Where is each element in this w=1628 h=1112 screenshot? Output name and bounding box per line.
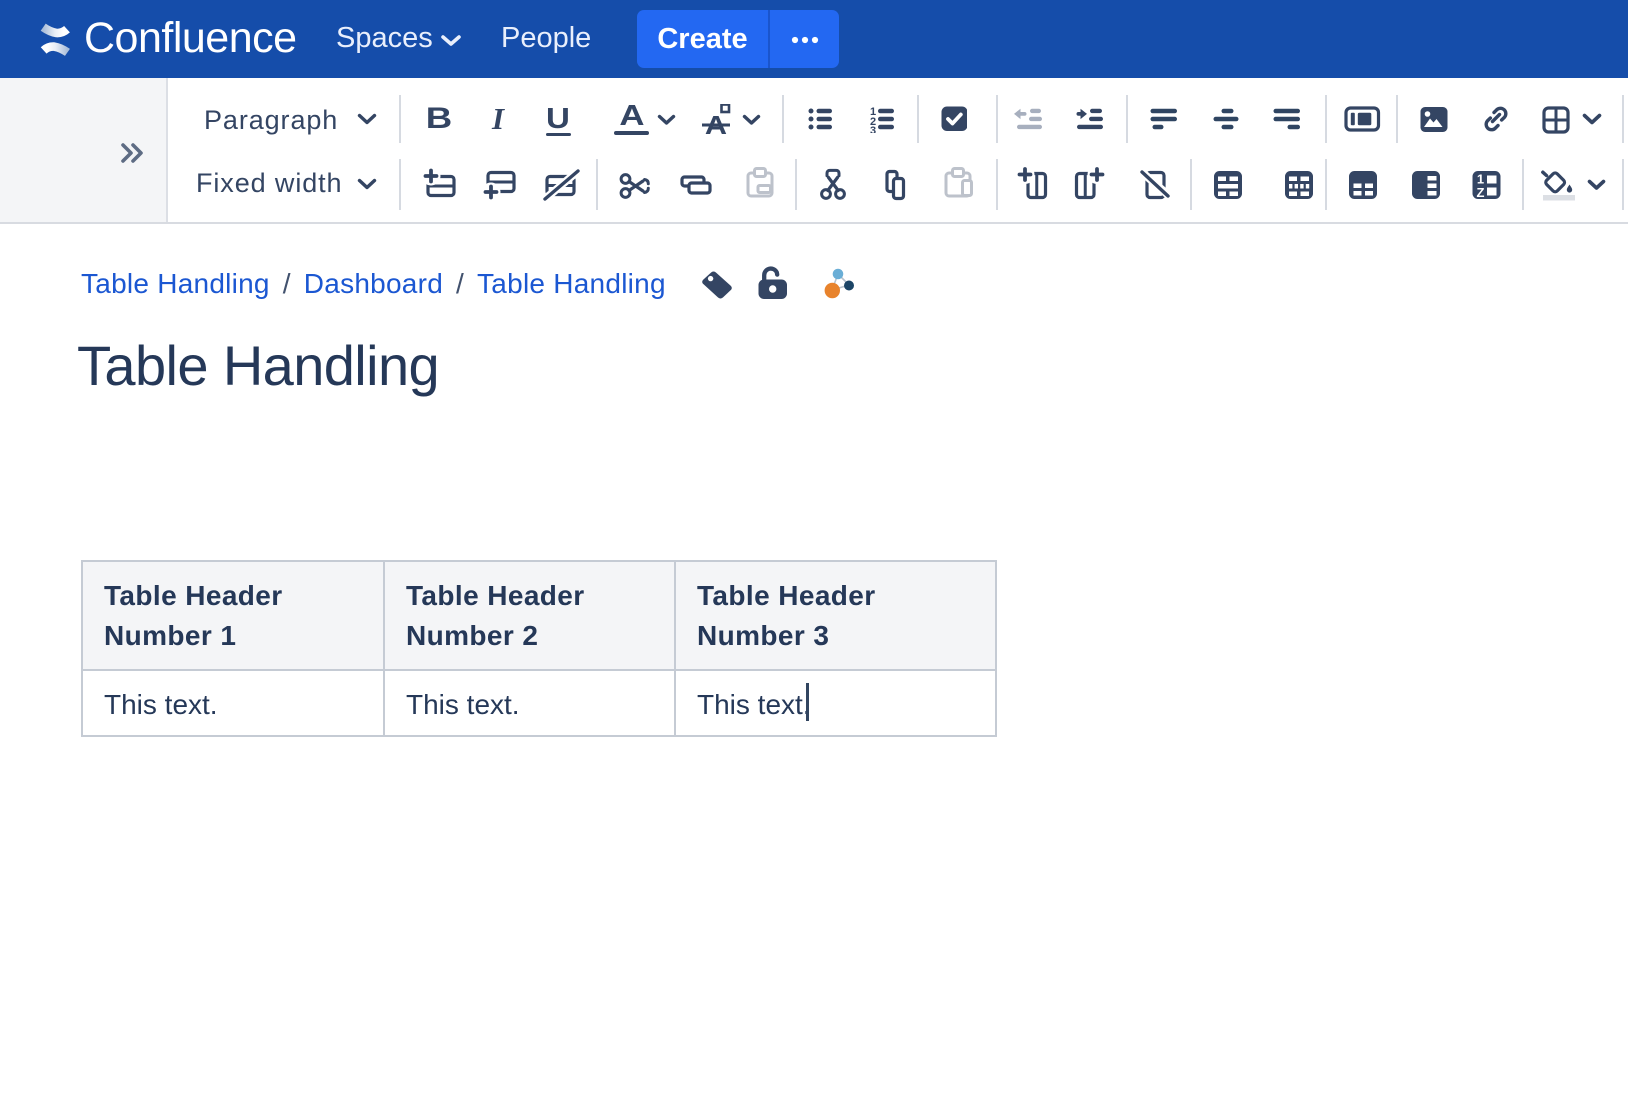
- svg-text:3: 3: [870, 125, 876, 133]
- svg-text:Z: Z: [1477, 185, 1485, 199]
